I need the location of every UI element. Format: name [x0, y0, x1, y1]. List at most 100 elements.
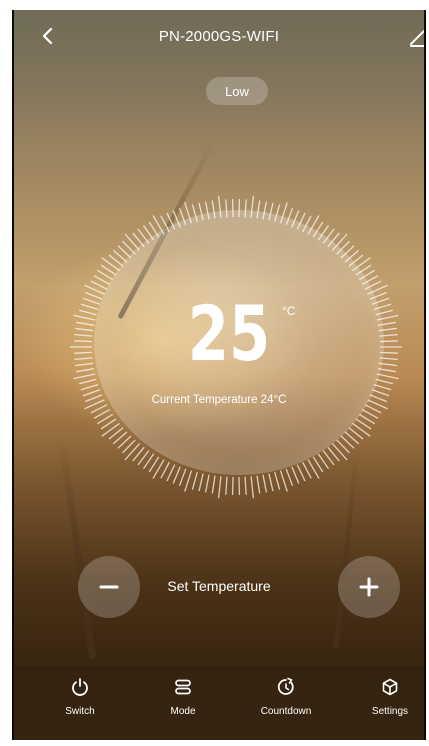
dial-tick [375, 309, 394, 316]
dial-tick [74, 351, 93, 354]
dial-tick [364, 404, 382, 414]
dial-tick [371, 297, 390, 305]
dial-tick [285, 207, 294, 226]
dial-tick [291, 466, 300, 484]
app-screen: PN-2000GS-WIFI Low 25 °C Current Tempera… [12, 10, 426, 740]
dial-tick [375, 378, 394, 385]
dial-tick [80, 383, 99, 391]
dial-tick [352, 422, 371, 437]
tab-switch-label: Switch [65, 706, 95, 717]
tab-mode[interactable]: Mode [138, 677, 228, 717]
mode-icon [175, 679, 191, 695]
dial-tick [124, 443, 141, 461]
dial-tick [160, 461, 170, 479]
dial-tick [204, 201, 210, 220]
dial-tick [268, 202, 274, 221]
dial-tick [352, 257, 371, 272]
dial-tick [78, 378, 97, 385]
dial-tick [274, 472, 281, 490]
dial-tick [184, 470, 193, 492]
edit-icon[interactable] [408, 26, 426, 48]
dial-tick [274, 204, 281, 222]
dial-tick [331, 443, 348, 461]
tab-countdown[interactable]: Countdown [241, 677, 331, 717]
dial-tick [279, 470, 288, 492]
dial-tick [101, 257, 120, 272]
dial-tick [268, 473, 274, 492]
dial-tick [225, 476, 228, 495]
tab-switch[interactable]: Switch [35, 677, 125, 717]
dial-tick [191, 204, 198, 222]
dial-tick [160, 215, 170, 233]
dial-tick [198, 202, 204, 221]
dial-tick [377, 368, 396, 373]
dial-tick [90, 280, 108, 290]
dial-tick [250, 195, 255, 218]
dial-tick [172, 466, 181, 484]
dial-tick [74, 333, 93, 337]
dial-tick [373, 383, 392, 391]
dial-tick [262, 201, 268, 220]
temperature-unit: °C [282, 304, 296, 318]
dial-tick [82, 297, 101, 305]
dial-tick [302, 461, 312, 479]
dial-tick [250, 476, 255, 499]
countdown-icon [277, 677, 294, 695]
dial-tick [74, 357, 93, 361]
dial-tick [75, 327, 94, 332]
temperature-value: 25 [187, 289, 271, 378]
dial-tick [204, 474, 210, 493]
dial-tick [378, 362, 397, 367]
dial-tick [211, 475, 216, 494]
dial-tick [73, 314, 96, 321]
dial-tick [379, 340, 398, 343]
dial-tick [166, 212, 176, 230]
dial-tick [217, 476, 222, 499]
dial-tick [191, 472, 198, 490]
dial-tick [377, 321, 396, 326]
increase-temperature-button[interactable] [338, 556, 400, 618]
dial-tick [76, 368, 95, 373]
tab-countdown-label: Countdown [260, 706, 312, 717]
plus-icon [359, 577, 379, 597]
dial-tick [296, 212, 306, 230]
dial-tick [225, 199, 228, 218]
dial-tick [279, 202, 288, 224]
dial-tick [80, 303, 99, 311]
dial-tick [256, 200, 261, 219]
dial-tick [291, 210, 300, 228]
dial-tick [256, 475, 261, 494]
dial-tick [302, 215, 312, 233]
dial-tick [73, 373, 96, 380]
dial-tick [262, 474, 268, 493]
dial-tick [379, 333, 398, 337]
dial-tick [376, 373, 399, 380]
bottom-tab-bar: Switch Mode Countdown Settings [14, 665, 424, 740]
dial-tick [379, 357, 398, 361]
dial-tick [244, 476, 247, 495]
dial-tick [75, 362, 94, 367]
dial-tick [76, 321, 95, 326]
dial-tick [85, 291, 103, 300]
settings-icon [382, 678, 398, 696]
tab-settings[interactable]: Settings [345, 677, 424, 717]
dial-tick [369, 291, 387, 300]
tab-settings-label: Settings [371, 706, 409, 717]
dial-tick [184, 202, 193, 224]
header: PN-2000GS-WIFI [14, 10, 424, 62]
device-title: PN-2000GS-WIFI [158, 28, 280, 45]
dial-tick [166, 464, 176, 482]
dial-tick [373, 303, 392, 311]
dial-tick [364, 280, 382, 290]
dial-tick [217, 195, 222, 218]
tab-mode-label: Mode [170, 706, 196, 717]
dial-tick [78, 309, 97, 316]
dial-tick [178, 207, 187, 226]
dial-tick [376, 314, 399, 321]
dial-tick [331, 233, 348, 251]
dial-tick [296, 464, 306, 482]
mode-badge[interactable]: Low [206, 77, 268, 105]
dial-tick [379, 351, 398, 354]
current-temperature-label: Current Temperature 24°C [151, 394, 287, 406]
dial-tick [244, 199, 247, 218]
